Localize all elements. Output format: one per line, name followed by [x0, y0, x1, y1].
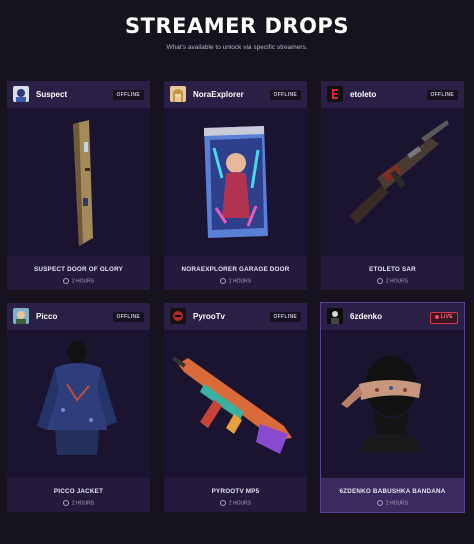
streamer-avatar [327, 308, 343, 324]
item-image [321, 108, 464, 256]
item-image [164, 330, 307, 478]
smg-icon [172, 356, 292, 454]
drop-card-suspect[interactable]: Suspect OFFLINE SUSPECT DOOR OF GLORY 2 … [7, 81, 150, 290]
item-image [7, 330, 150, 478]
item-image [164, 108, 307, 256]
streamer-avatar [170, 86, 186, 102]
card-footer: 6ZDENKO BABUSHKA BANDANA 2 HOURS [321, 478, 464, 512]
card-header: PyrooTv OFFLINE [164, 303, 307, 330]
card-footer: PICCO JACKET 2 HOURS [7, 478, 150, 512]
card-header: NoraExplorer OFFLINE [164, 81, 307, 108]
clock-icon [62, 278, 69, 284]
page-subtitle: What's available to unlock via specific … [166, 44, 308, 51]
card-footer: PYROOTV MP5 2 HOURS [164, 478, 307, 512]
streamer-name[interactable]: etoleto [350, 90, 376, 99]
streamer-avatar [13, 308, 29, 324]
card-footer: ETOLETO SAR 2 HOURS [321, 256, 464, 290]
live-badge: LIVE [429, 312, 458, 324]
streamer-avatar [13, 86, 29, 102]
item-image [321, 330, 464, 478]
clock-icon [219, 278, 226, 284]
drop-card-6zdenko[interactable]: 6zdenko LIVE 6ZDENKO BABUSHKA BANDANA 2 … [320, 302, 465, 513]
card-header: Suspect OFFLINE [7, 81, 150, 108]
card-footer: NORAEXPLORER GARAGE DOOR 2 HOURS [164, 256, 307, 290]
streamer-name[interactable]: Suspect [36, 90, 67, 99]
streamer-name[interactable]: PyrooTv [193, 312, 225, 321]
card-footer: SUSPECT DOOR OF GLORY 2 HOURS [7, 256, 150, 290]
live-dot-icon [434, 314, 439, 319]
card-header: etoleto OFFLINE [321, 81, 464, 108]
bandana-icon [341, 356, 421, 452]
item-name: PICCO JACKET [53, 488, 104, 495]
page-header: STREAMER DROPS What's available to unloc… [0, 0, 474, 70]
clock-icon [376, 500, 383, 506]
page-title: STREAMER DROPS [125, 14, 349, 38]
streamer-avatar [170, 308, 186, 324]
card-header: Picco OFFLINE [7, 303, 150, 330]
item-name: SUSPECT DOOR OF GLORY [34, 266, 123, 273]
item-name: NORAEXPLORER GARAGE DOOR [181, 266, 290, 273]
drop-card-noraexplorer[interactable]: NoraExplorer OFFLINE NORAEXPLORER GARAGE… [164, 81, 307, 290]
item-name: 6ZDENKO BABUSHKA BANDANA [339, 488, 446, 495]
status-badge: OFFLINE [426, 90, 458, 100]
door-icon [73, 120, 93, 246]
status-badge: OFFLINE [112, 312, 144, 322]
status-badge: OFFLINE [112, 90, 144, 100]
item-name: PYROOTV MP5 [211, 488, 260, 495]
card-header: 6zdenko LIVE [321, 303, 464, 330]
watch-time: 2 HOURS [7, 278, 150, 284]
watch-time: 2 HOURS [321, 500, 464, 506]
streamer-name[interactable]: Picco [36, 312, 57, 321]
watch-time: 2 HOURS [164, 278, 307, 284]
status-badge: OFFLINE [269, 312, 301, 322]
watch-time: 2 HOURS [7, 500, 150, 506]
streamer-avatar [327, 86, 343, 102]
streamer-name[interactable]: 6zdenko [350, 312, 382, 321]
item-image [7, 108, 150, 256]
drop-card-etoleto[interactable]: etoleto OFFLINE ETOLETO SAR 2 HOURS [321, 81, 464, 290]
jacket-icon [37, 341, 117, 455]
clock-icon [62, 500, 69, 506]
streamer-name[interactable]: NoraExplorer [193, 90, 244, 99]
clock-icon [219, 500, 226, 506]
clock-icon [376, 278, 383, 284]
rifle-icon [349, 120, 449, 224]
watch-time: 2 HOURS [321, 278, 464, 284]
drop-card-picco[interactable]: Picco OFFLINE PICCO JACKET 2 HOURS [7, 303, 150, 512]
garage-door-icon [204, 126, 268, 238]
item-name: ETOLETO SAR [369, 266, 416, 273]
drop-card-pyrootv[interactable]: PyrooTv OFFLINE PYROOTV MP5 2 HOURS [164, 303, 307, 512]
status-badge: OFFLINE [269, 90, 301, 100]
watch-time: 2 HOURS [164, 500, 307, 506]
